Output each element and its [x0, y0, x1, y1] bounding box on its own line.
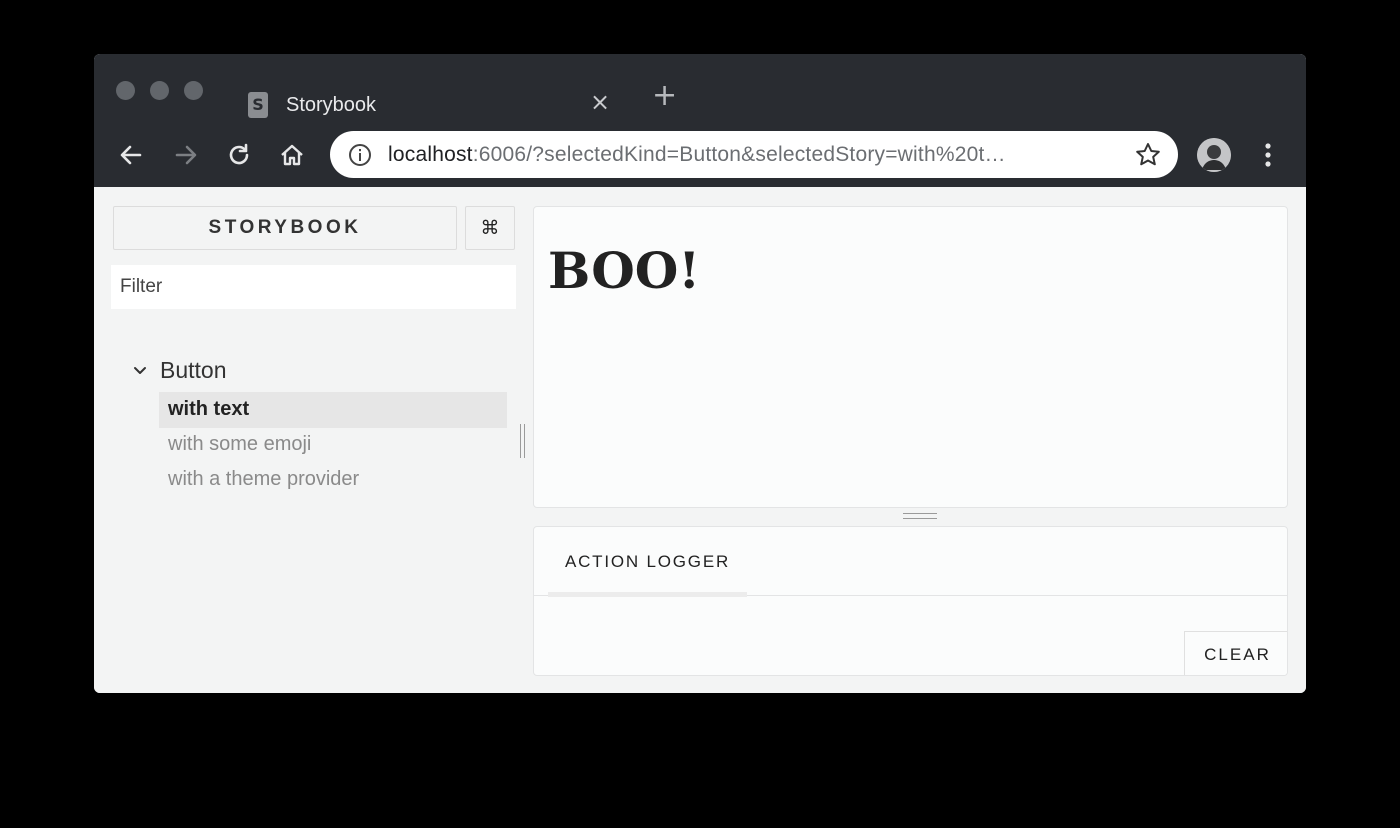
preview-panel: BOO!: [533, 206, 1288, 508]
chevron-down-icon: [132, 363, 148, 379]
url-text[interactable]: localhost:6006/?selectedKind=Button&sele…: [388, 143, 1006, 167]
browser-tab[interactable]: S Storybook ×: [224, 64, 630, 128]
profile-avatar[interactable]: [1197, 138, 1231, 172]
story-item-with-some-emoji[interactable]: with some emoji: [159, 427, 507, 463]
address-bar[interactable]: localhost:6006/?selectedKind=Button&sele…: [330, 131, 1178, 178]
storybook-app: STORYBOOK ⌘ Button with text with some e…: [94, 187, 1306, 693]
url-host: localhost: [388, 143, 473, 166]
storybook-favicon-icon: S: [248, 92, 268, 118]
browser-window: S Storybook × + localhost:6006/?selected…: [94, 54, 1306, 693]
story-item-with-text[interactable]: with text: [159, 392, 507, 428]
minimize-window-button[interactable]: [150, 81, 169, 100]
tab-title: Storybook: [286, 94, 377, 116]
shortcuts-button[interactable]: ⌘: [465, 206, 515, 250]
filter-input[interactable]: [111, 265, 516, 309]
menu-dots-icon[interactable]: [1260, 140, 1276, 170]
site-info-icon[interactable]: [348, 143, 372, 167]
forward-arrow-icon[interactable]: [171, 140, 201, 170]
tab-action-logger[interactable]: ACTION LOGGER: [548, 527, 747, 597]
new-tab-icon[interactable]: +: [652, 81, 677, 111]
storybook-brand-link[interactable]: STORYBOOK: [113, 206, 457, 250]
star-icon[interactable]: [1134, 141, 1162, 169]
reload-icon[interactable]: [224, 140, 254, 170]
sidebar-resize-handle[interactable]: [520, 424, 525, 458]
clear-button[interactable]: CLEAR: [1184, 631, 1287, 675]
home-icon[interactable]: [277, 140, 307, 170]
panel-resize-handle[interactable]: [903, 513, 937, 519]
maximize-window-button[interactable]: [184, 81, 203, 100]
browser-chrome: S Storybook × + localhost:6006/?selected…: [94, 54, 1306, 187]
close-window-button[interactable]: [116, 81, 135, 100]
back-arrow-icon[interactable]: [116, 140, 146, 170]
url-path: :6006/?selectedKind=Button&selectedStory…: [472, 143, 1006, 166]
close-tab-icon[interactable]: ×: [590, 90, 610, 114]
kind-label: Button: [160, 357, 227, 383]
preview-heading: BOO!: [548, 241, 701, 300]
story-item-with-a-theme-provider[interactable]: with a theme provider: [159, 462, 507, 498]
addon-panel: ACTION LOGGER CLEAR: [533, 526, 1288, 676]
